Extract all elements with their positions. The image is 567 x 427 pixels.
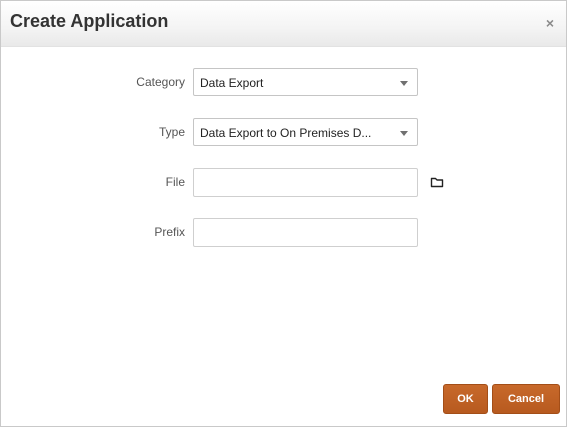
category-select[interactable]: Data Export — [193, 68, 418, 96]
dialog-header: Create Application × — [1, 1, 566, 47]
ok-button[interactable]: OK — [443, 384, 488, 414]
folder-icon[interactable] — [430, 175, 444, 189]
category-value: Data Export — [200, 76, 264, 90]
dialog-title: Create Application — [10, 11, 169, 31]
prefix-row: Prefix — [1, 218, 566, 248]
file-label: File — [165, 175, 185, 189]
type-label: Type — [158, 125, 185, 139]
prefix-label: Prefix — [154, 225, 185, 239]
chevron-down-icon — [400, 131, 408, 136]
chevron-down-icon — [400, 81, 408, 86]
close-icon[interactable]: × — [543, 16, 557, 30]
type-row: Type Data Export to On Premises D... — [1, 118, 566, 148]
file-row: File — [1, 168, 566, 198]
cancel-button[interactable]: Cancel — [492, 384, 560, 414]
file-input[interactable] — [193, 168, 418, 197]
prefix-input[interactable] — [193, 218, 418, 247]
category-label: Category — [136, 75, 185, 89]
type-value: Data Export to On Premises D... — [200, 126, 372, 140]
type-select[interactable]: Data Export to On Premises D... — [193, 118, 418, 146]
category-row: Category Data Export — [1, 68, 566, 98]
create-application-dialog: Create Application × Category Data Expor… — [0, 0, 567, 427]
